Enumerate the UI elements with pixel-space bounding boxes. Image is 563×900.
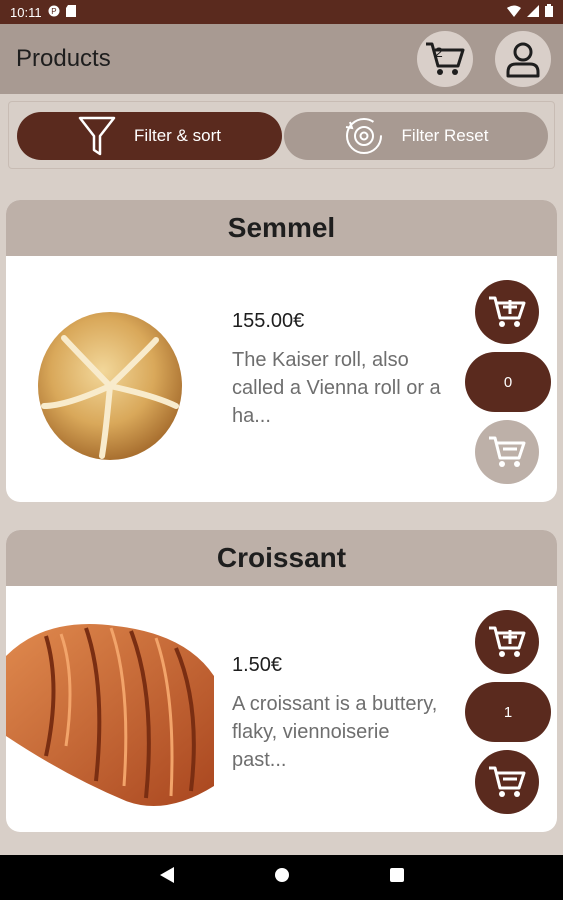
cart-button[interactable]: 2	[417, 31, 473, 87]
user-icon	[506, 42, 540, 78]
shopping-cart-icon	[426, 42, 465, 75]
product-name: Semmel	[6, 200, 557, 256]
add-to-cart-button[interactable]	[475, 280, 539, 344]
back-icon[interactable]	[159, 867, 174, 888]
status-time: 10:11	[10, 4, 42, 20]
cart-plus-icon	[489, 626, 526, 657]
quantity-display: 1	[465, 682, 551, 742]
cart-minus-icon	[489, 436, 526, 467]
status-bar: 10:11 P	[0, 0, 563, 24]
sd-card-icon	[65, 4, 76, 20]
croissant-image	[6, 624, 214, 806]
wifi-icon	[507, 5, 521, 20]
quantity-display: 0	[465, 352, 551, 412]
product-card[interactable]: Croissant 1.50€ A croissant is a buttery…	[6, 530, 557, 832]
product-description: A croissant is a buttery, flaky, viennoi…	[232, 693, 438, 771]
notification-icon: P	[48, 5, 60, 20]
signal-icon	[527, 4, 539, 20]
reset-gear-icon	[345, 118, 382, 154]
filter-sort-label: Filter & sort	[134, 126, 221, 145]
battery-icon	[545, 4, 553, 20]
add-to-cart-button[interactable]	[475, 610, 539, 674]
app-bar: Products 2	[0, 24, 563, 94]
account-button[interactable]	[495, 31, 551, 87]
product-price: 155.00€	[232, 310, 305, 332]
recents-icon[interactable]	[389, 868, 404, 887]
filter-panel: Filter & sort Filter Reset	[8, 101, 555, 169]
page-title: Products	[16, 45, 111, 72]
svg-text:P: P	[51, 7, 56, 16]
cart-minus-icon	[489, 766, 526, 797]
product-description: The Kaiser roll, also called a Vienna ro…	[232, 349, 441, 427]
cart-count-badge: 2	[435, 44, 443, 60]
cart-plus-icon	[489, 296, 526, 327]
navigation-bar	[0, 855, 563, 900]
filter-reset-label: Filter Reset	[401, 126, 489, 145]
remove-from-cart-button[interactable]	[475, 750, 539, 814]
product-name: Croissant	[6, 530, 557, 586]
remove-from-cart-button[interactable]	[475, 420, 539, 484]
filter-funnel-icon	[78, 116, 116, 156]
home-icon[interactable]	[274, 867, 290, 888]
semmel-image	[38, 312, 182, 460]
filter-reset-button[interactable]: Filter Reset	[284, 112, 548, 160]
product-price: 1.50€	[232, 654, 283, 676]
filter-sort-button[interactable]: Filter & sort	[17, 112, 282, 160]
product-card[interactable]: Semmel 155.00€ The Kaiser roll, also cal…	[6, 200, 557, 502]
